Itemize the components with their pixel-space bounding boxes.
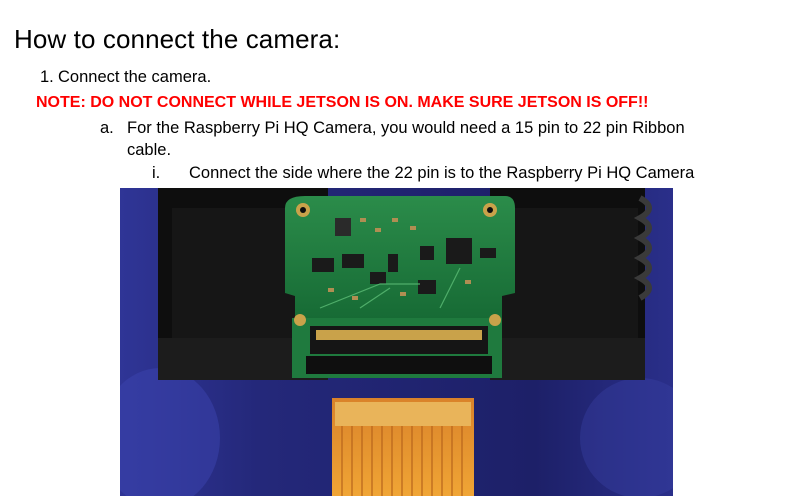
step-1ai-numeral: i. [152, 164, 161, 182]
step-1-number: 1. [40, 68, 54, 86]
step-1-text: Connect the camera. [58, 68, 212, 86]
camera-connection-photo [120, 188, 673, 496]
step-1a-text-line1: For the Raspberry Pi HQ Camera, you woul… [127, 119, 685, 137]
step-1ai-text: Connect the side where the 22 pin is to … [189, 164, 695, 182]
step-1a-letter: a. [100, 119, 114, 137]
step-1a-text-line2: cable. [127, 141, 172, 159]
ribbon-cable [332, 398, 474, 496]
warning-note: NOTE: DO NOT CONNECT WHILE JETSON IS ON.… [36, 94, 649, 111]
ribbon-connector [306, 326, 492, 374]
page-title: How to connect the camera: [14, 24, 341, 54]
